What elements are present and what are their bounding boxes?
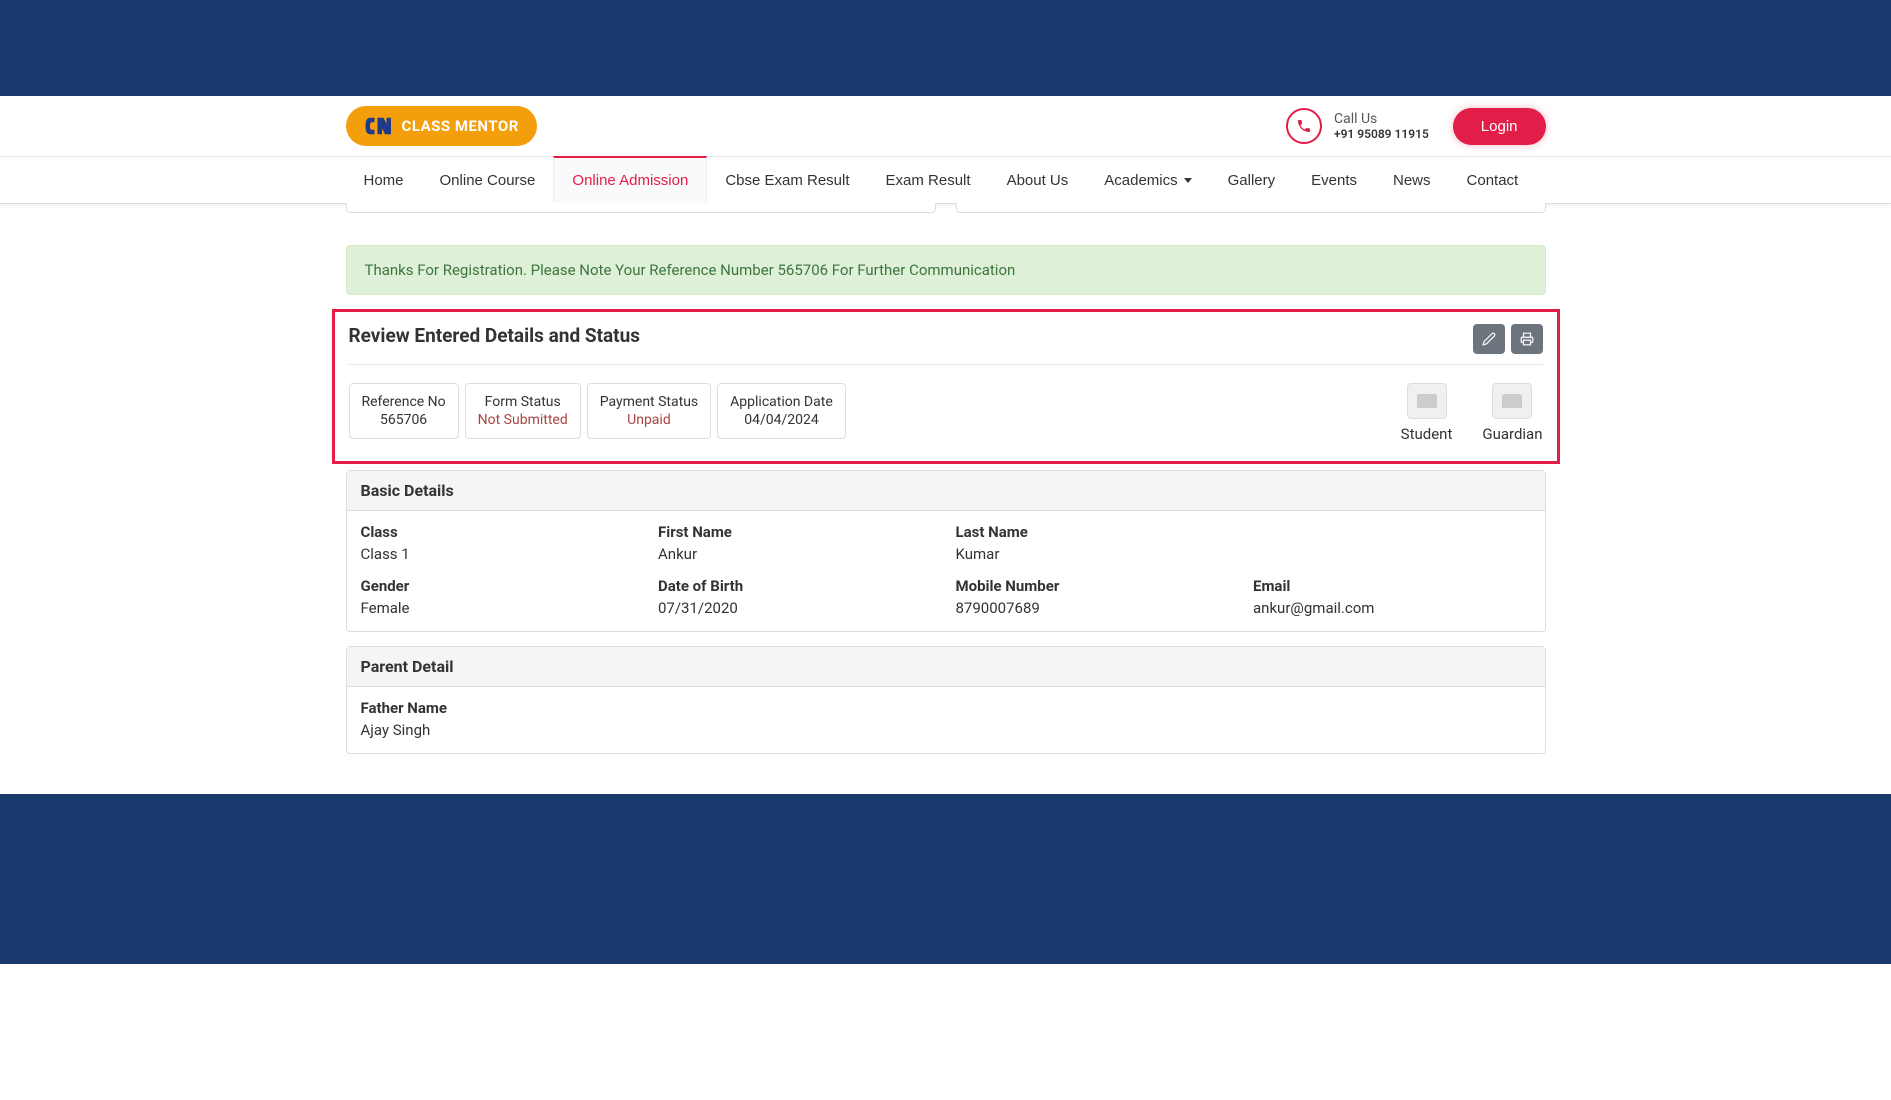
nav-academics-label: Academics: [1104, 172, 1177, 189]
dob-value: 07/31/2020: [658, 599, 936, 617]
application-date-value: 04/04/2024: [730, 412, 833, 428]
print-button[interactable]: [1511, 324, 1543, 354]
bottom-banner: [0, 794, 1891, 964]
parent-detail-panel: Parent Detail Father Name Ajay Singh: [346, 646, 1546, 754]
nav-exam-result[interactable]: Exam Result: [868, 157, 989, 203]
call-us-label: Call Us: [1334, 111, 1429, 127]
header-bar: CLASS MENTOR Call Us +91 95089 11915 Log…: [0, 96, 1891, 157]
logo[interactable]: CLASS MENTOR: [346, 106, 537, 146]
status-group: Reference No 565706 Form Status Not Subm…: [349, 383, 846, 439]
guardian-photo-placeholder: [1492, 383, 1532, 419]
class-label: Class: [361, 523, 639, 541]
nav-academics[interactable]: Academics: [1086, 157, 1209, 203]
reference-value: 565706: [362, 412, 446, 428]
nav-online-admission[interactable]: Online Admission: [553, 156, 707, 203]
gender-label: Gender: [361, 577, 639, 595]
content-strip: [346, 203, 1546, 213]
reference-label: Reference No: [362, 394, 446, 410]
logo-text: CLASS MENTOR: [402, 117, 519, 135]
basic-details-panel: Basic Details Class Class 1 First Name A…: [346, 470, 1546, 632]
form-status-card: Form Status Not Submitted: [465, 383, 581, 439]
first-name-value: Ankur: [658, 545, 936, 563]
call-us-number: +91 95089 11915: [1334, 127, 1429, 141]
form-status-label: Form Status: [478, 394, 568, 410]
gender-value: Female: [361, 599, 639, 617]
email-value: ankur@gmail.com: [1253, 599, 1531, 617]
mobile-label: Mobile Number: [956, 577, 1234, 595]
review-panel: Review Entered Details and Status Refere…: [332, 309, 1560, 464]
chevron-down-icon: [1184, 178, 1192, 183]
guardian-photo-label: Guardian: [1482, 425, 1542, 443]
mobile-value: 8790007689: [956, 599, 1234, 617]
strip-box: [956, 203, 1546, 213]
logo-icon: [364, 114, 394, 138]
application-date-label: Application Date: [730, 394, 833, 410]
application-date-card: Application Date 04/04/2024: [717, 383, 846, 439]
call-us-block: Call Us +91 95089 11915: [1286, 108, 1429, 144]
student-photo-label: Student: [1401, 425, 1453, 443]
edit-button[interactable]: [1473, 324, 1505, 354]
guardian-photo-card: Guardian: [1482, 383, 1542, 443]
last-name-value: Kumar: [956, 545, 1234, 563]
form-status-value: Not Submitted: [478, 412, 568, 428]
nav-cbse-exam-result[interactable]: Cbse Exam Result: [707, 157, 867, 203]
edit-icon: [1482, 332, 1496, 346]
nav-news[interactable]: News: [1375, 157, 1449, 203]
dob-label: Date of Birth: [658, 577, 936, 595]
first-name-label: First Name: [658, 523, 936, 541]
student-photo-placeholder: [1407, 383, 1447, 419]
success-alert: Thanks For Registration. Please Note You…: [346, 245, 1546, 295]
strip-box: [346, 203, 936, 213]
login-button[interactable]: Login: [1453, 108, 1546, 145]
student-photo-card: Student: [1401, 383, 1453, 443]
class-value: Class 1: [361, 545, 639, 563]
payment-status-card: Payment Status Unpaid: [587, 383, 711, 439]
nav-contact[interactable]: Contact: [1449, 157, 1537, 203]
last-name-label: Last Name: [956, 523, 1234, 541]
father-name-value: Ajay Singh: [361, 721, 639, 739]
nav-about-us[interactable]: About Us: [989, 157, 1087, 203]
nav-online-course[interactable]: Online Course: [422, 157, 554, 203]
payment-status-label: Payment Status: [600, 394, 698, 410]
main-nav: Home Online Course Online Admission Cbse…: [0, 157, 1891, 204]
reference-no-card: Reference No 565706: [349, 383, 459, 439]
father-name-label: Father Name: [361, 699, 639, 717]
top-banner: [0, 0, 1891, 96]
nav-gallery[interactable]: Gallery: [1210, 157, 1294, 203]
nav-events[interactable]: Events: [1293, 157, 1375, 203]
parent-detail-heading: Parent Detail: [347, 647, 1545, 687]
payment-status-value: Unpaid: [600, 412, 698, 428]
print-icon: [1520, 332, 1534, 346]
nav-home[interactable]: Home: [346, 157, 422, 203]
photo-group: Student Guardian: [1401, 383, 1543, 443]
basic-details-heading: Basic Details: [347, 471, 1545, 511]
phone-icon: [1286, 108, 1322, 144]
email-label: Email: [1253, 577, 1531, 595]
review-title: Review Entered Details and Status: [349, 324, 641, 347]
